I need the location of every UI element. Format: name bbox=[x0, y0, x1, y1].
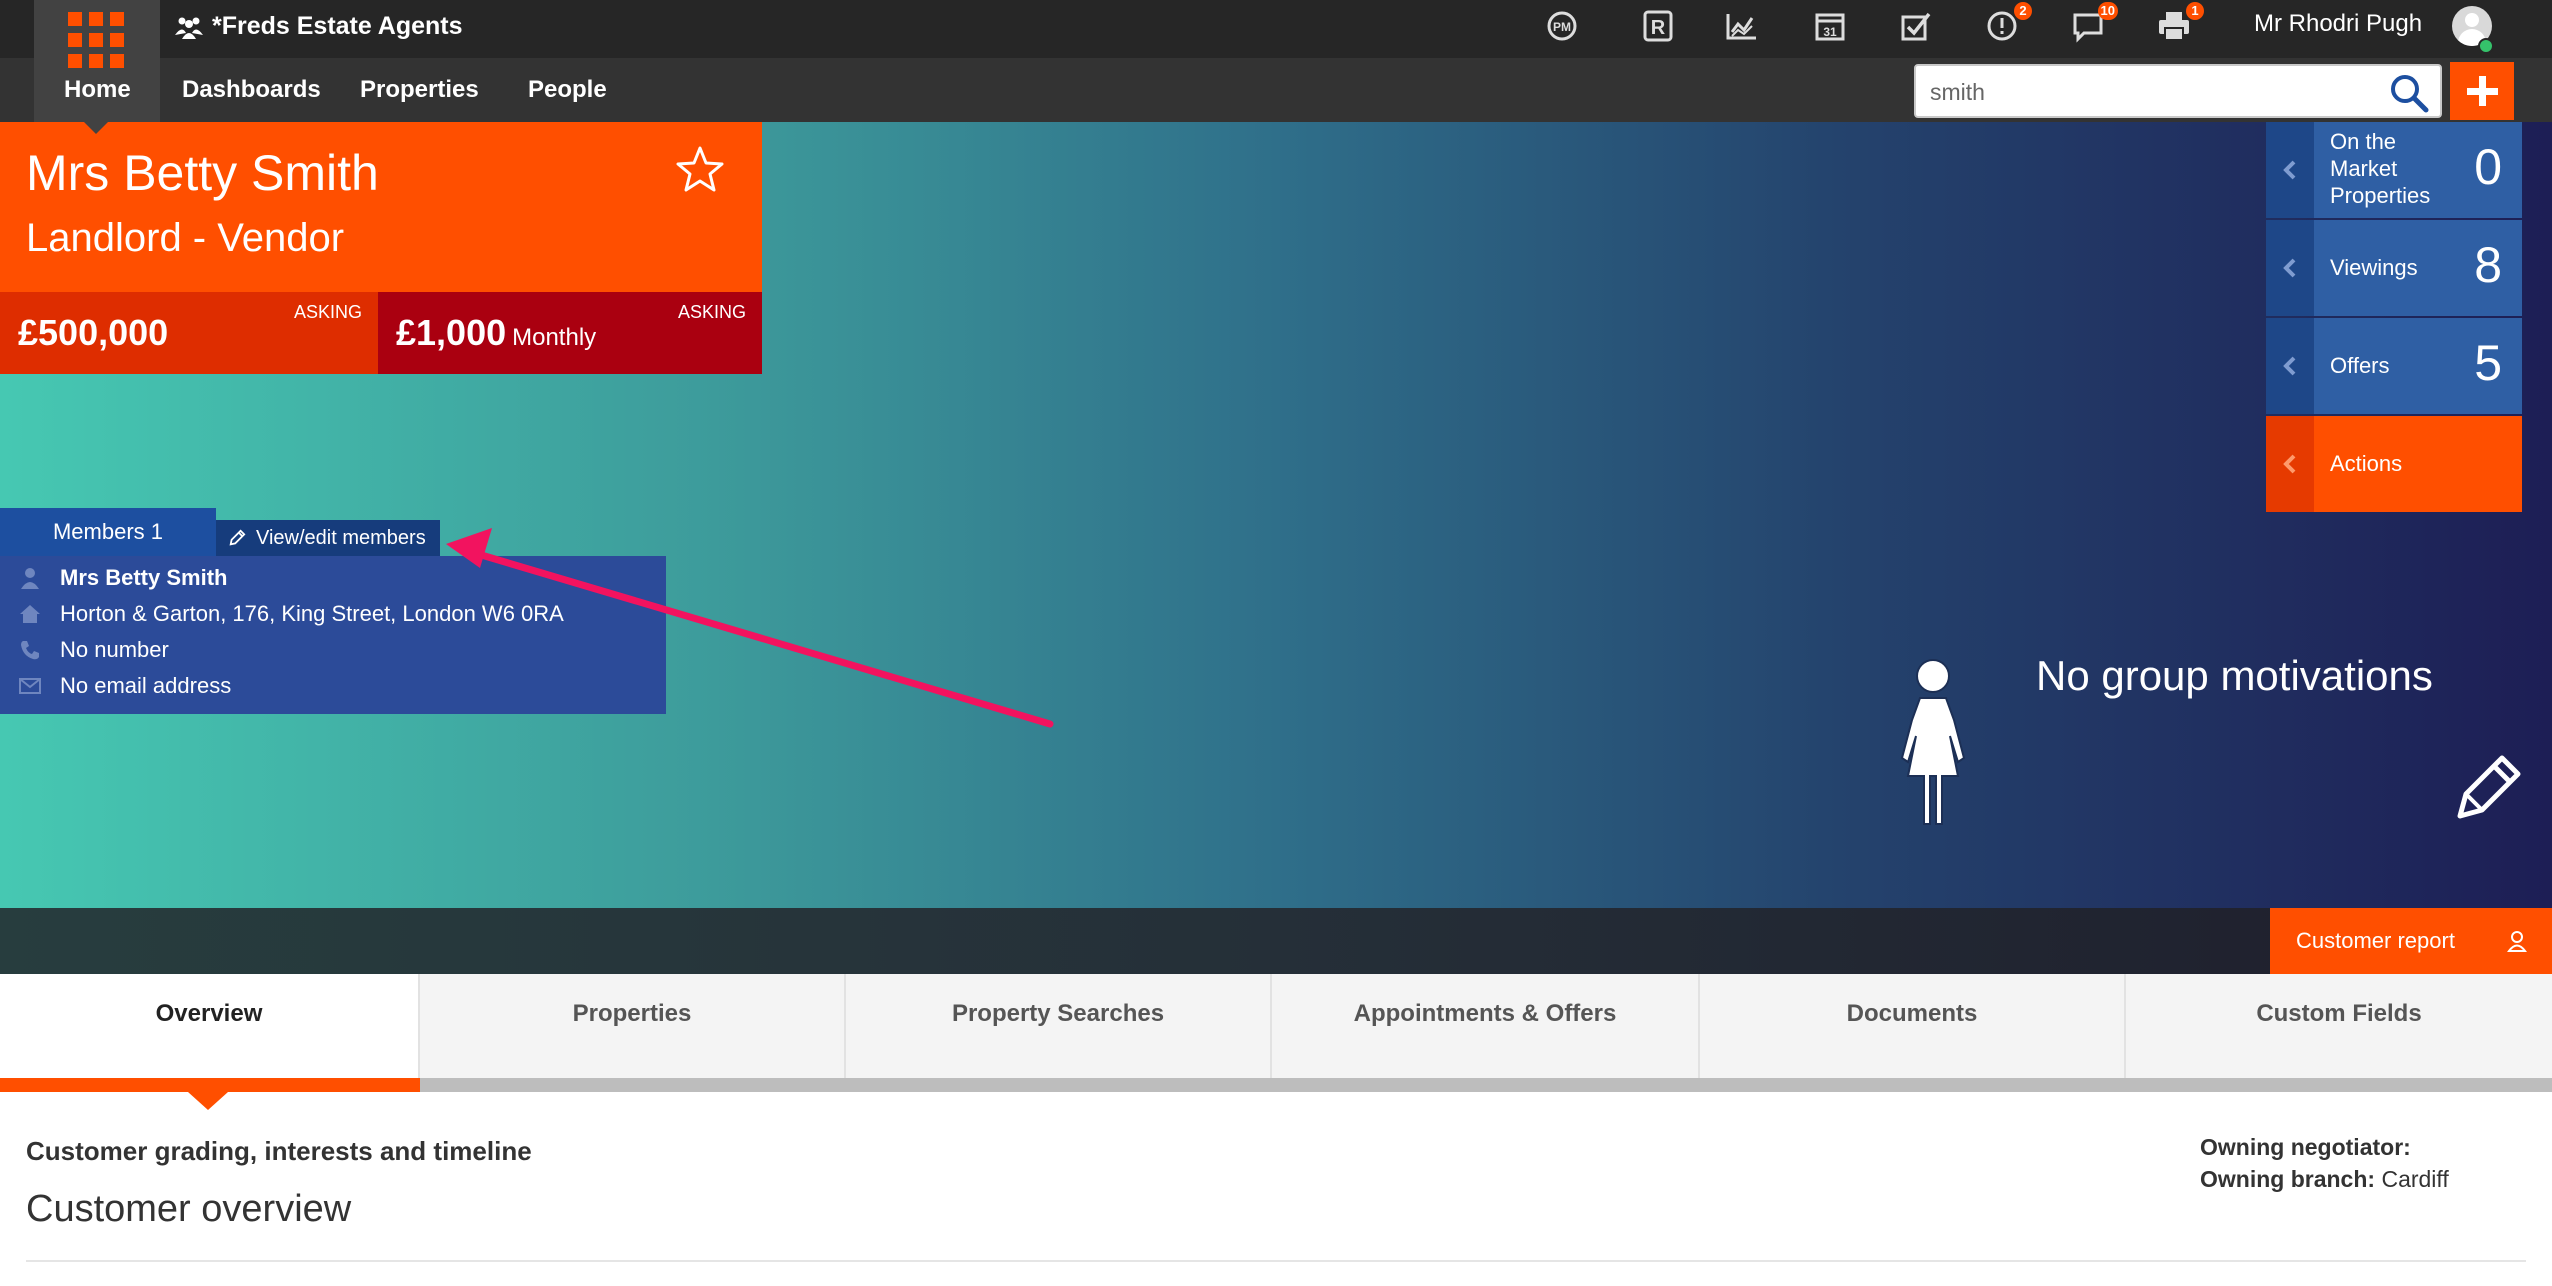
members-panel: Mrs Betty Smith Horton & Garton, 176, Ki… bbox=[0, 556, 666, 714]
owning-branch-value: Cardiff bbox=[2381, 1166, 2449, 1192]
active-tab-underline bbox=[0, 1078, 420, 1092]
members-tab[interactable]: Members 1 bbox=[0, 508, 216, 556]
member-phone-row: No number bbox=[0, 632, 169, 668]
chevron-left-icon bbox=[2283, 454, 2296, 474]
phone-icon bbox=[21, 641, 39, 660]
search-icon bbox=[2391, 75, 2429, 113]
nav-properties[interactable]: Properties bbox=[360, 58, 479, 122]
let-price-wrap: £1,000 Monthly bbox=[396, 312, 596, 354]
group-icon bbox=[175, 17, 203, 39]
sale-price-box: £500,000 ASKING bbox=[0, 292, 378, 374]
svg-text:PM: PM bbox=[1553, 20, 1571, 34]
owning-branch: Owning branch: Cardiff bbox=[2200, 1166, 2449, 1193]
female-person-icon bbox=[1900, 659, 1966, 825]
home-icon bbox=[20, 605, 40, 623]
tab-overview[interactable]: Overview bbox=[0, 974, 420, 1078]
favourite-star-icon[interactable] bbox=[672, 142, 728, 198]
rightmove-icon[interactable]: R bbox=[1640, 8, 1680, 48]
sale-price-tag: ASKING bbox=[293, 302, 362, 322]
stat-on-market-value: 0 bbox=[2474, 139, 2502, 195]
owning-negotiator-label: Owning negotiator: bbox=[2200, 1134, 2411, 1160]
stat-offers-label: Offers bbox=[2330, 353, 2390, 378]
person-outline-icon bbox=[2507, 931, 2527, 952]
member-name-row: Mrs Betty Smith bbox=[0, 560, 227, 596]
let-frequency: Monthly bbox=[512, 324, 597, 351]
member-email-row: No email address bbox=[0, 668, 231, 704]
member-email: No email address bbox=[60, 673, 232, 698]
owning-branch-label: Owning branch: bbox=[2200, 1166, 2376, 1192]
active-tab-caret bbox=[188, 1092, 228, 1110]
tab-documents[interactable]: Documents bbox=[1700, 974, 2126, 1078]
nav-dashboards[interactable]: Dashboards bbox=[182, 58, 321, 122]
stat-offers-value: 5 bbox=[2474, 335, 2502, 391]
let-price: £1,000 bbox=[396, 312, 507, 353]
stat-viewings-value: 8 bbox=[2474, 237, 2502, 293]
overview-section-label: Customer grading, interests and timeline bbox=[26, 1136, 532, 1166]
view-edit-members-label: View/edit members bbox=[256, 527, 426, 549]
search-box bbox=[1914, 64, 2442, 118]
stat-on-market-label: On the Market Properties bbox=[2330, 129, 2431, 208]
stat-on-market[interactable]: On the Market Properties 0 bbox=[2266, 122, 2522, 218]
member-name[interactable]: Mrs Betty Smith bbox=[60, 565, 227, 591]
tab-property-searches[interactable]: Property Searches bbox=[846, 974, 1272, 1078]
overview-title: Customer overview bbox=[26, 1188, 352, 1230]
nav-home[interactable]: Home bbox=[64, 58, 131, 122]
tab-properties[interactable]: Properties bbox=[420, 974, 846, 1078]
email-icon bbox=[19, 678, 41, 694]
let-price-tag: ASKING bbox=[677, 302, 746, 322]
tab-custom-fields[interactable]: Custom Fields bbox=[2126, 974, 2552, 1078]
member-address-row: Horton & Garton, 176, King Street, Londo… bbox=[0, 596, 564, 632]
sale-price: £500,000 bbox=[18, 312, 169, 353]
add-new-button[interactable] bbox=[2450, 62, 2514, 120]
reports-chart-icon[interactable] bbox=[1724, 8, 1764, 48]
svg-text:R: R bbox=[1651, 17, 1666, 39]
calendar-icon[interactable]: 31 bbox=[1812, 8, 1852, 48]
customer-report-label: Customer report bbox=[2296, 928, 2455, 953]
stat-viewings[interactable]: Viewings 8 bbox=[2266, 220, 2522, 316]
pm-sync-icon[interactable]: PM bbox=[1544, 8, 1584, 48]
search-button[interactable] bbox=[2388, 72, 2430, 114]
active-nav-caret bbox=[84, 122, 108, 134]
print-icon[interactable]: 1 bbox=[2156, 2, 2204, 48]
stat-offers[interactable]: Offers 5 bbox=[2266, 318, 2522, 414]
actions-label: Actions bbox=[2330, 451, 2403, 476]
tab-appointments-offers[interactable]: Appointments & Offers bbox=[1272, 974, 1700, 1078]
chevron-left-icon bbox=[2283, 258, 2296, 278]
chevron-left-icon bbox=[2283, 356, 2296, 376]
group-motivations-text: No group motivations bbox=[2036, 652, 2433, 699]
actions-button[interactable]: Actions bbox=[2266, 416, 2522, 512]
messages-icon[interactable]: 10 bbox=[2070, 2, 2118, 48]
svg-text:31: 31 bbox=[1823, 25, 1837, 39]
search-input[interactable] bbox=[1930, 76, 2370, 108]
customer-name-card: Mrs Betty Smith Landlord - Vendor bbox=[0, 122, 762, 292]
edit-pen-icon bbox=[229, 529, 246, 546]
agency-switcher[interactable]: *Freds Estate Agents bbox=[174, 12, 463, 41]
alerts-badge: 2 bbox=[2014, 2, 2032, 20]
divider bbox=[26, 1260, 2526, 1262]
person-icon bbox=[21, 568, 39, 589]
customer-hero: Mrs Betty Smith Landlord - Vendor £500,0… bbox=[0, 122, 2552, 908]
nav-people[interactable]: People bbox=[528, 58, 607, 122]
stat-viewings-label: Viewings bbox=[2330, 255, 2418, 280]
agency-name: *Freds Estate Agents bbox=[212, 12, 463, 40]
messages-badge: 10 bbox=[2097, 2, 2118, 20]
member-phone: No number bbox=[60, 637, 169, 662]
let-price-box: £1,000 Monthly ASKING bbox=[378, 292, 762, 374]
print-badge: 1 bbox=[2186, 2, 2204, 20]
customer-name: Mrs Betty Smith bbox=[26, 145, 379, 201]
hero-footer-bar bbox=[0, 908, 2552, 974]
user-name[interactable]: Mr Rhodri Pugh bbox=[2254, 10, 2422, 38]
view-edit-members-button[interactable]: View/edit members bbox=[216, 520, 440, 556]
chevron-left-icon bbox=[2283, 160, 2296, 180]
edit-motivations-icon[interactable] bbox=[2452, 750, 2526, 824]
alerts-icon[interactable]: 2 bbox=[1984, 2, 2032, 48]
owning-negotiator: Owning negotiator: bbox=[2200, 1134, 2411, 1161]
online-status-icon bbox=[2478, 38, 2494, 54]
customer-tabs: Overview Properties Property Searches Ap… bbox=[0, 974, 2552, 1078]
customer-report-button[interactable]: Customer report bbox=[2270, 908, 2552, 974]
customer-role: Landlord - Vendor bbox=[26, 216, 345, 260]
tasks-check-icon[interactable] bbox=[1898, 8, 1938, 48]
member-address: Horton & Garton, 176, King Street, Londo… bbox=[60, 601, 564, 626]
